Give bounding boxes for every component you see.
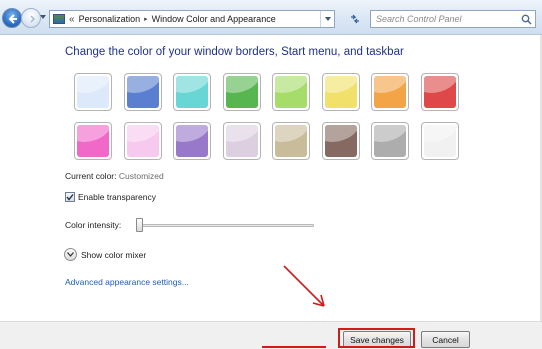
refresh-icon	[351, 14, 359, 24]
color-swatch-fill	[424, 125, 456, 157]
color-swatch-default[interactable]	[74, 73, 112, 111]
color-swatch-lavender[interactable]	[223, 122, 261, 160]
chevron-down-icon	[324, 17, 331, 21]
annotation-arrow-icon	[283, 265, 325, 307]
dialog-button-bar: Save changes Cancel	[0, 321, 542, 349]
color-swatch-fill	[325, 125, 357, 157]
show-color-mixer-toggle[interactable]	[64, 248, 77, 261]
color-swatch-fill	[226, 125, 258, 157]
refresh-button[interactable]	[346, 10, 364, 28]
color-swatch-fill	[77, 76, 109, 108]
color-intensity-slider-track[interactable]	[136, 224, 314, 227]
color-swatch-light-pink[interactable]	[124, 122, 162, 160]
forward-button[interactable]	[21, 8, 41, 28]
annotation-highlight-box	[338, 328, 415, 348]
color-swatch-fill	[127, 125, 159, 157]
color-swatch-graphite-blue[interactable]	[124, 73, 162, 111]
color-swatch-fill	[325, 76, 357, 108]
color-swatch-brown[interactable]	[322, 122, 360, 160]
color-swatch-red[interactable]	[421, 73, 459, 111]
chevron-down-icon	[67, 252, 74, 257]
arrow-left-icon	[8, 14, 17, 24]
search-input[interactable]	[371, 11, 519, 27]
color-swatch-lime[interactable]	[272, 73, 310, 111]
color-swatch-fill	[176, 125, 208, 157]
current-color-value: Customized	[118, 171, 164, 181]
color-swatch-frost[interactable]	[421, 122, 459, 160]
color-swatch-yellow[interactable]	[322, 73, 360, 111]
cancel-button[interactable]: Cancel	[421, 331, 470, 348]
color-swatch-gray[interactable]	[371, 122, 409, 160]
recent-pages-dropdown[interactable]	[40, 15, 46, 19]
show-color-mixer-label[interactable]: Show color mixer	[81, 250, 146, 260]
search-icon[interactable]	[521, 14, 532, 25]
arrow-right-icon	[30, 15, 36, 23]
color-swatch-fill	[374, 76, 406, 108]
color-swatch-green[interactable]	[223, 73, 261, 111]
transparency-checkbox[interactable]	[65, 192, 75, 202]
back-button[interactable]	[2, 8, 22, 28]
color-swatch-fill	[275, 76, 307, 108]
color-swatch-fill	[424, 76, 456, 108]
color-swatch-fill	[226, 76, 258, 108]
color-swatch-pink[interactable]	[74, 122, 112, 160]
breadcrumb-separator-icon[interactable]: ▸	[144, 15, 148, 23]
checkmark-icon	[66, 194, 74, 201]
annotation-underline	[262, 346, 326, 348]
control-panel-icon	[53, 14, 65, 24]
color-swatch-khaki[interactable]	[272, 122, 310, 160]
page-title: Change the color of your window borders,…	[65, 46, 404, 58]
chevron-double-left-icon[interactable]: «	[69, 14, 75, 25]
color-swatch-fill	[77, 125, 109, 157]
advanced-appearance-link[interactable]: Advanced appearance settings...	[65, 277, 189, 287]
color-intensity-slider-thumb[interactable]	[136, 218, 143, 232]
navigation-bar: « Personalization ▸ Window Color and App…	[0, 0, 542, 35]
color-intensity-label: Color intensity:	[65, 220, 122, 230]
breadcrumb-personalization[interactable]: Personalization	[79, 14, 141, 24]
color-swatch-purple[interactable]	[173, 122, 211, 160]
color-swatch-fill	[275, 125, 307, 157]
color-swatch-fill	[176, 76, 208, 108]
address-dropdown-button[interactable]	[320, 11, 334, 27]
current-color-text: Current color: Customized	[65, 171, 164, 181]
color-swatch-orange[interactable]	[371, 73, 409, 111]
breadcrumb-window-color[interactable]: Window Color and Appearance	[152, 14, 276, 24]
address-bar[interactable]: « Personalization ▸ Window Color and App…	[49, 10, 335, 28]
color-swatch-fill	[374, 125, 406, 157]
color-swatch-teal[interactable]	[173, 73, 211, 111]
search-box[interactable]	[370, 10, 536, 28]
transparency-label[interactable]: Enable transparency	[78, 192, 156, 202]
color-swatch-fill	[127, 76, 159, 108]
current-color-label: Current color:	[65, 171, 117, 181]
